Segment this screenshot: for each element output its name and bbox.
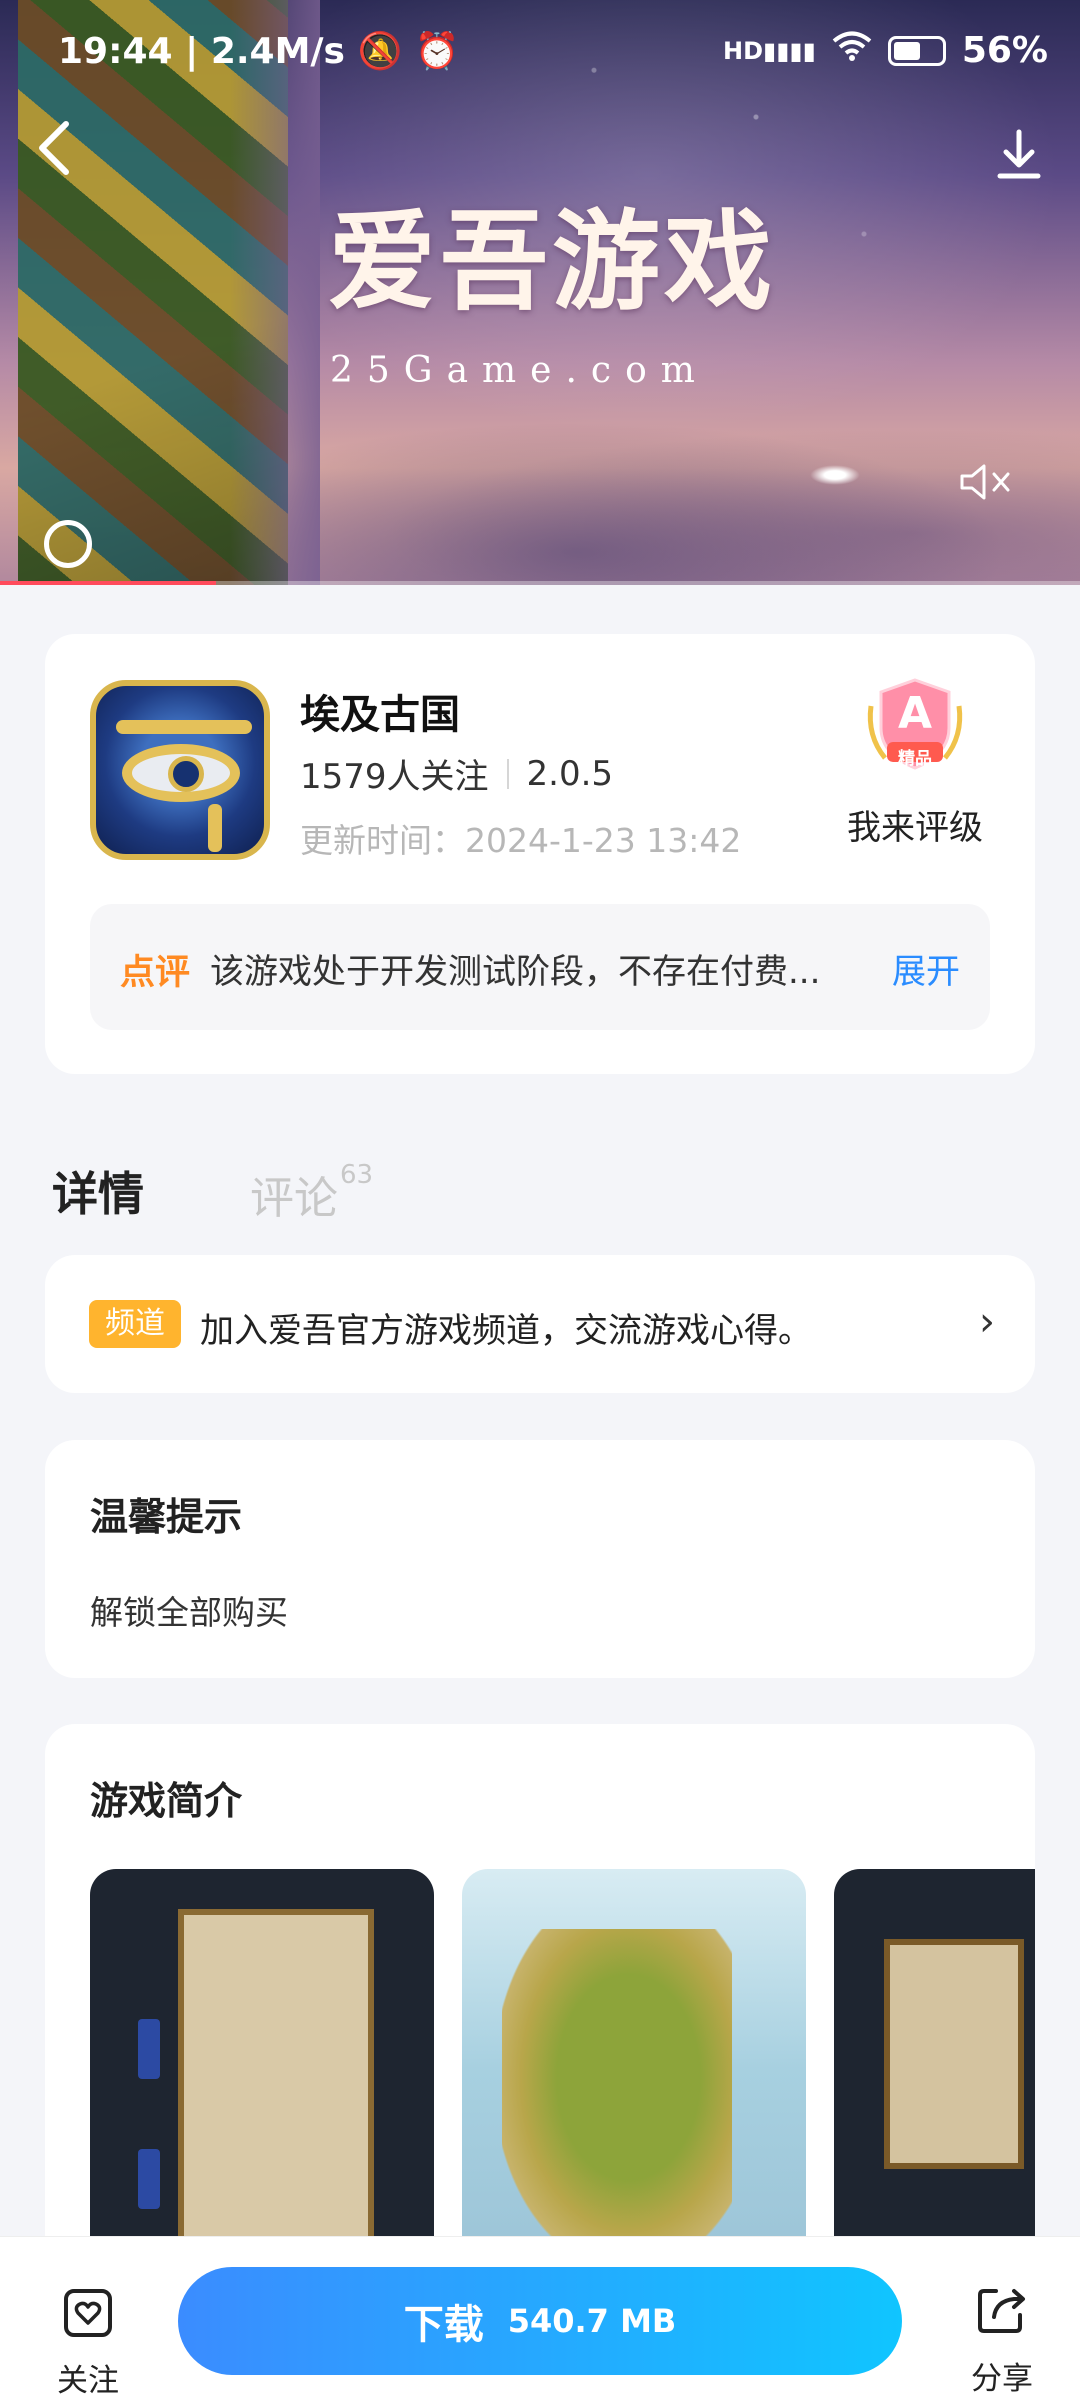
app-meta: 1579人关注 2.0.5 (300, 749, 613, 798)
update-time: 更新时间：2024-1-23 13:42 (300, 821, 742, 860)
app-icon-tail (208, 804, 222, 852)
bottom-action-bar: 关注 下载 540.7 MB 分享 (0, 2236, 1080, 2400)
status-clock: 19:44 (58, 31, 173, 72)
chevron-left-icon (39, 121, 69, 175)
download-icon (997, 129, 1041, 179)
follow-button[interactable]: 关注 (48, 2287, 128, 2400)
app-icon (90, 680, 270, 860)
wifi-icon (832, 30, 872, 71)
review-tag: 点评 (120, 953, 191, 993)
tips-title: 温馨提示 (90, 1495, 243, 1539)
tips-body: 解锁全部购买 (90, 1593, 288, 1632)
screenshot-3[interactable] (834, 1869, 1035, 2269)
heart-bookmark-icon (64, 2289, 112, 2337)
video-download-button[interactable] (996, 128, 1042, 180)
rating-tag: 精品 (898, 749, 932, 769)
video-sun (810, 465, 860, 485)
rating-shield-icon: A 精品 (863, 676, 967, 780)
app-icon-brow (116, 720, 252, 734)
screenshot-3-panel (884, 1939, 1024, 2169)
tab-comments-label: 评论 (250, 1173, 338, 1224)
tab-comments[interactable]: 评论63 (250, 1160, 374, 1226)
battery-icon (887, 35, 946, 66)
screenshot-2[interactable] (462, 1869, 806, 2269)
status-bar: 19:44 | 2.4M/s 🔕 ⏰ HD▮▮▮▮ 56% (0, 30, 1080, 80)
screenshot-1-button-b (138, 2149, 160, 2209)
video-player[interactable]: 爱吾游戏 25Game.com 19:44 | 2.4M/s 🔕 ⏰ HD▮▮▮… (0, 0, 1080, 585)
status-speed: 2.4M/s (210, 31, 345, 72)
network-type: HD (722, 36, 763, 65)
speaker-muted-icon (960, 464, 1010, 500)
screenshot-1[interactable] (90, 1869, 434, 2269)
screenshot-2-map (502, 1929, 732, 2259)
intro-title: 游戏简介 (90, 1779, 243, 1823)
app-name: 埃及古国 (300, 692, 460, 738)
status-time: 19:44 | 2.4M/s 🔕 ⏰ (58, 31, 460, 72)
download-label: 下载 (403, 2302, 484, 2348)
share-button[interactable]: 分享 (962, 2281, 1042, 2398)
battery-percent: 56% (961, 30, 1048, 71)
app-icon-pupil (168, 756, 204, 792)
channel-tag: 频道 (89, 1300, 181, 1348)
channel-card[interactable]: 频道 加入爱吾官方游戏频道，交流游戏心得。 › (45, 1255, 1035, 1393)
rating-grade: A (897, 688, 933, 739)
tab-comments-count: 63 (340, 1160, 374, 1191)
app-version: 2.0.5 (526, 753, 614, 794)
video-progress-fill (0, 581, 216, 585)
meta-divider (506, 758, 509, 789)
follow-label: 关注 (57, 2363, 119, 2399)
play-indicator[interactable] (44, 520, 92, 568)
video-watermark-url: 25Game.com (330, 350, 709, 391)
rating-label: 我来评级 (847, 808, 983, 848)
app-info-card: 埃及古国 1579人关注 2.0.5 更新时间：2024-1-23 13:42 … (45, 634, 1035, 1074)
video-clouds (240, 400, 1080, 585)
review-box[interactable]: 点评 该游戏处于开发测试阶段，不存在付费... 展开 (90, 904, 990, 1030)
mute-button[interactable] (958, 462, 1012, 502)
review-text: 该游戏处于开发测试阶段，不存在付费... (210, 952, 821, 992)
share-icon (978, 2289, 1025, 2333)
channel-text: 加入爱吾官方游戏频道，交流游戏心得。 (200, 1311, 812, 1351)
status-right: HD▮▮▮▮ 56% (723, 30, 1048, 71)
download-button[interactable]: 下载 540.7 MB (178, 2267, 902, 2375)
tab-detail[interactable]: 详情 (52, 1158, 144, 1224)
share-label: 分享 (971, 2361, 1033, 2397)
screenshot-carousel[interactable] (90, 1869, 1035, 2269)
screenshot-1-button-a (138, 2019, 160, 2079)
back-button[interactable] (34, 118, 84, 178)
expand-button[interactable]: 展开 (892, 944, 960, 993)
bell-muted-icon: 🔕 (357, 31, 403, 72)
rating-button[interactable]: A 精品 我来评级 (840, 676, 990, 849)
screenshot-1-panel (178, 1909, 374, 2249)
chevron-right-icon: › (979, 1299, 995, 1345)
follower-count: 1579人关注 (300, 757, 489, 797)
signal-icon: HD▮▮▮▮ (722, 36, 816, 65)
alarm-icon: ⏰ (414, 31, 460, 72)
tips-card: 温馨提示 解锁全部购买 (45, 1440, 1035, 1678)
download-size: 540.7 MB (507, 2302, 677, 2340)
video-watermark-title: 爱吾游戏 (327, 199, 776, 325)
